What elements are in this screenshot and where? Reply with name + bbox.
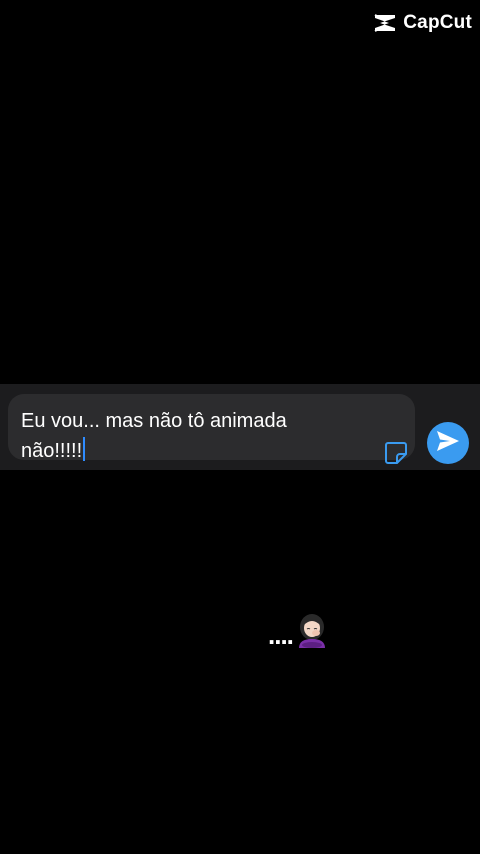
send-button[interactable] <box>427 422 469 464</box>
message-input-text: Eu vou... mas não tô animada não!!!!! <box>21 410 293 462</box>
send-arrow-icon <box>436 430 460 457</box>
sticker-icon[interactable] <box>383 440 409 466</box>
caption-overlay: .... <box>268 612 329 648</box>
message-composer: Eu vou... mas não tô animada não!!!!! <box>0 384 480 470</box>
capcut-wordmark: CapCut <box>403 12 472 33</box>
text-caret <box>83 437 86 461</box>
woman-with-hand-on-cheek-emoji <box>295 612 329 648</box>
caption-dots: .... <box>268 620 294 650</box>
capcut-logo-icon <box>373 13 397 33</box>
capcut-watermark: CapCut <box>373 12 472 34</box>
message-input[interactable]: Eu vou... mas não tô animada não!!!!! <box>8 394 415 464</box>
